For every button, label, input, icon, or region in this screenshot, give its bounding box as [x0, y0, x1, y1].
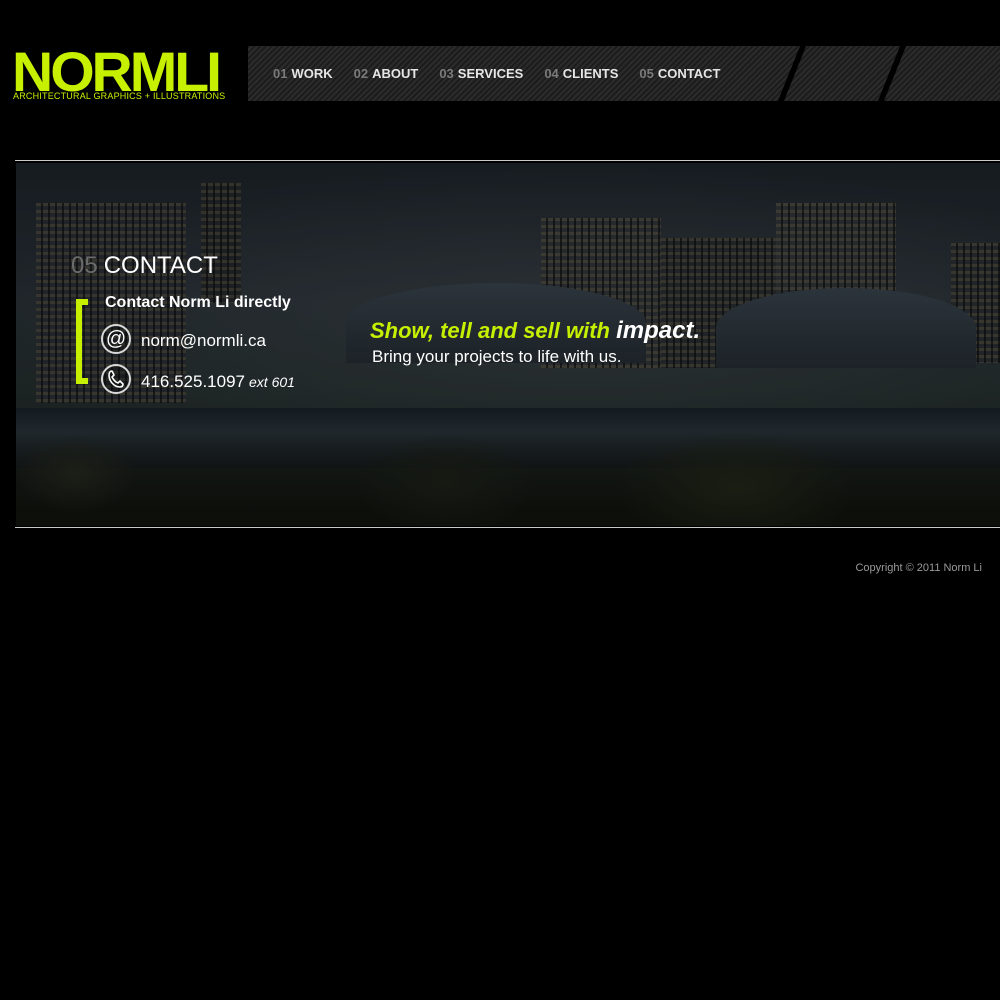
- nav-item-number: 05: [639, 66, 654, 81]
- section-number: 05: [71, 252, 98, 279]
- nav-item-label: SERVICES: [457, 66, 524, 81]
- logo-tagline: ARCHITECTURAL GRAPHICS + ILLUSTRATIONS: [13, 91, 226, 101]
- nav-item-work[interactable]: 01 WORK: [273, 66, 333, 81]
- nav-item-label: ABOUT: [372, 66, 419, 81]
- nav-item-number: 01: [273, 66, 288, 81]
- contact-phone-number: 416.525.1097: [141, 372, 245, 391]
- nav-item-label: CLIENTS: [562, 66, 619, 81]
- contact-phone-ext: ext 601: [249, 374, 295, 390]
- contact-phone[interactable]: 416.525.1097 ext 601: [141, 372, 295, 392]
- nav-items: 01 WORK 02 ABOUT 03 SERVICES 04 CLIENTS 05 CO…: [273, 46, 741, 101]
- contact-email-link[interactable]: norm@normli.ca: [141, 331, 266, 351]
- top-divider: [15, 160, 1000, 161]
- section-title-text: CONTACT: [103, 252, 218, 279]
- logo[interactable]: NORMLI ARCHITECTURAL GRAPHICS + ILLUSTRA…: [12, 44, 232, 104]
- contact-heading: Contact Norm Li directly: [105, 294, 291, 311]
- bottom-divider: [15, 527, 1000, 528]
- nav-divider: [873, 46, 909, 101]
- phone-icon: [101, 364, 131, 394]
- hero-banner: 05 CONTACT Contact Norm Li directly @ nor…: [16, 163, 1000, 526]
- copyright-text: Copyright © 2011 Norm Li: [855, 562, 982, 574]
- nav-item-contact[interactable]: 05 CONTACT: [639, 66, 720, 81]
- nav-item-services[interactable]: 03 SERVICES: [439, 66, 523, 81]
- hero-subline: Bring your projects to life with us.: [372, 347, 622, 366]
- section-title: 05 CONTACT: [71, 252, 218, 280]
- nav-item-label: CONTACT: [657, 66, 721, 81]
- nav-item-about[interactable]: 02 ABOUT: [354, 66, 419, 81]
- nav-item-number: 04: [544, 66, 559, 81]
- hero-tagline: Show, tell and sell with impact.: [370, 317, 700, 345]
- nav-item-clients[interactable]: 04 CLIENTS: [544, 66, 618, 81]
- nav-item-label: WORK: [291, 66, 333, 81]
- nav-item-number: 03: [439, 66, 454, 81]
- main-nav: 01 WORK 02 ABOUT 03 SERVICES 04 CLIENTS 05 CO…: [248, 46, 1000, 101]
- at-icon: @: [101, 324, 131, 354]
- contact-bracket: [76, 299, 88, 384]
- nav-divider: [773, 46, 809, 101]
- nav-item-number: 02: [353, 66, 369, 81]
- hero-tagline-emphasis: impact.: [616, 317, 701, 344]
- hero-tagline-lead: Show, tell and sell with: [370, 318, 610, 343]
- page: NORMLI ARCHITECTURAL GRAPHICS + ILLUSTRA…: [0, 0, 1000, 1000]
